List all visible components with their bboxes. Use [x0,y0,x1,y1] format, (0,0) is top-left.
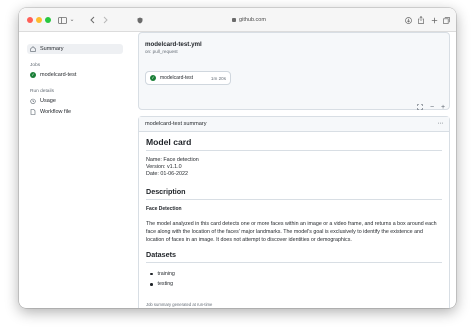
summary-header-title: modelcard-test summary [145,121,207,127]
model-name: Name: Face detection [146,157,199,163]
success-check-icon: ✓ [30,72,36,78]
datasets-list: training testing [150,269,442,290]
workflow-trigger: on: pull_request [145,49,178,54]
file-icon [30,109,36,115]
browser-window: ⌄ github.com Summary Jobs ✓ modelcard-te… [19,8,456,308]
job-card[interactable]: ✓ modelcard-test 1m 20s [145,71,231,85]
sidebar: Summary Jobs ✓ modelcard-test Run detail… [19,32,131,308]
minimize-window-button[interactable] [36,17,42,23]
face-detection-subheading: Face Detection [146,205,182,212]
success-check-icon: ✓ [150,75,156,81]
description-heading: Description [146,187,442,200]
fullscreen-icon[interactable] [416,103,424,111]
download-icon[interactable] [404,14,412,26]
chevron-down-icon[interactable]: ⌄ [69,14,75,26]
share-icon[interactable] [417,14,425,26]
address-url: github.com [239,17,266,23]
dataset-label: testing [157,281,174,288]
new-tab-icon[interactable] [430,14,438,26]
lock-icon [232,18,237,22]
forward-icon[interactable] [101,14,109,26]
datasets-heading: Datasets [146,250,442,263]
zoom-window-button[interactable] [45,17,51,23]
model-card-title: Model card [146,137,442,151]
summary-header: modelcard-test summary ··· [139,117,449,132]
model-version: Version: v1.1.0 [146,164,182,171]
browser-toolbar: ⌄ github.com [19,8,456,32]
job-duration: 1m 20s [210,75,226,81]
home-icon [30,46,36,52]
run-details-heading: Run details [30,89,54,94]
summary-markdown: Model card Name: Face detection Version:… [146,137,442,290]
summary-footer: Job summary generated at run-time [146,302,213,307]
sidebar-item-label: Usage [40,98,56,104]
jobs-heading: Jobs [30,63,41,68]
sidebar-icon[interactable] [56,14,68,26]
tabs-overview-icon[interactable] [442,14,450,26]
workflow-file-name[interactable]: modelcard-test.yml [145,41,202,48]
sidebar-item-workflow-file[interactable]: Workflow file [27,107,123,117]
close-window-button[interactable] [27,17,33,23]
sidebar-item-label: modelcard-test [40,72,77,78]
dataset-label: training [157,270,175,277]
address-bar[interactable]: github.com [199,14,299,26]
sidebar-item-summary[interactable]: Summary [27,44,123,54]
workflow-graph-panel: modelcard-test.yml on: pull_request ✓ mo… [138,32,450,111]
back-icon[interactable] [88,14,96,26]
model-date: Date: 01-06-2022 [146,171,188,178]
sidebar-item-label: Workflow file [40,109,72,115]
sidebar-item-usage[interactable]: Usage [27,96,123,106]
shield-icon[interactable] [136,14,144,26]
sidebar-item-label: Summary [40,46,64,52]
job-card-name: modelcard-test [160,75,194,81]
stopwatch-icon [30,98,36,104]
kebab-menu-icon[interactable]: ··· [438,120,444,127]
description-paragraph: The model analyzed in this card detects … [146,220,437,243]
zoom-out-icon[interactable]: − [428,103,436,111]
sidebar-item-modelcard-test[interactable]: ✓ modelcard-test [27,70,123,80]
job-summary-panel: modelcard-test summary ··· Model card Na… [138,116,450,308]
zoom-in-icon[interactable]: + [439,103,447,111]
list-item: training [150,269,442,280]
list-item: testing [150,279,442,290]
